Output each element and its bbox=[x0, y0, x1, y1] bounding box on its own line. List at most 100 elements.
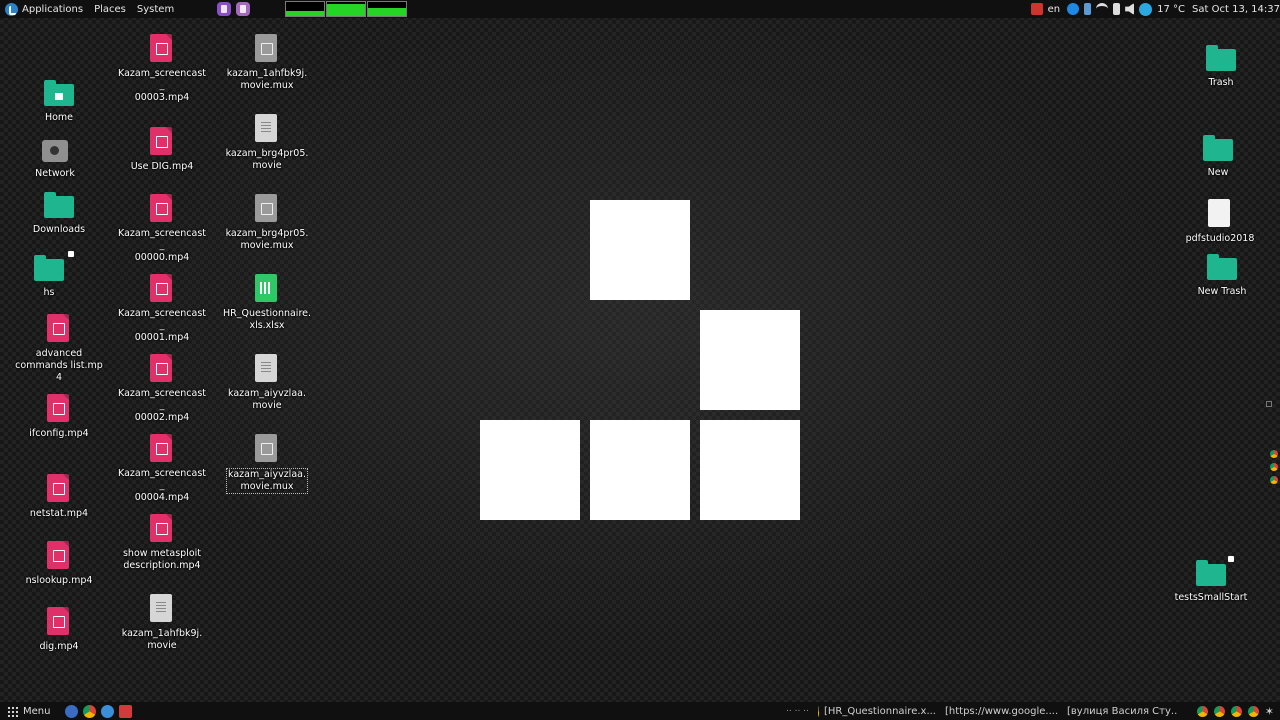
desktop-icon-label: kazam_aiyvzlaa. movie.mux bbox=[226, 468, 308, 494]
skype-icon[interactable] bbox=[1067, 3, 1080, 15]
desktop-icon-kazam-1ahfbk9j-movie[interactable]: kazam_1ahfbk9j. movie bbox=[116, 594, 208, 652]
workspace-icon[interactable]: ✶ bbox=[1265, 705, 1274, 718]
desktop-icon-label: Downloads bbox=[32, 224, 86, 235]
desktop-icon-kazam-00004[interactable]: Kazam_screencast_ 00004.mp4 bbox=[116, 434, 208, 504]
screen-recorder-icon[interactable] bbox=[1030, 3, 1043, 15]
desktop-icon-testssmallstart[interactable]: testsSmallStart bbox=[1165, 556, 1257, 604]
desktop-icon-kazam-brg4pr05-movie[interactable]: kazam_brg4pr05. movie bbox=[221, 114, 313, 172]
volume-icon[interactable] bbox=[1125, 3, 1135, 15]
desktop-icon-kazam-brg4pr05-mux[interactable]: kazam_brg4pr05. movie.mux bbox=[221, 194, 313, 252]
task-street-map[interactable]: [вулиця Василя Сту... bbox=[1062, 702, 1178, 720]
desktop-icon-label: Kazam_screencast_ 00002.mp4 bbox=[118, 388, 206, 423]
wifi-icon[interactable] bbox=[1096, 3, 1109, 15]
text-editor-launcher-icon[interactable] bbox=[217, 2, 232, 16]
task-hr-questionnaire[interactable]: [HR_Questionnaire.x... bbox=[818, 702, 936, 720]
task-google[interactable]: [https://www.google.... bbox=[940, 702, 1058, 720]
video-file-icon bbox=[150, 194, 172, 222]
bluetooth-icon[interactable] bbox=[1084, 3, 1092, 15]
video-file-icon bbox=[47, 314, 69, 342]
menu-button[interactable]: Menu bbox=[23, 706, 50, 717]
desktop-icon-label: show metasploit description.mp4 bbox=[122, 548, 201, 571]
chrome-icon[interactable] bbox=[1230, 705, 1242, 717]
chrome-icon bbox=[818, 705, 819, 717]
desktop-icon-advanced-commands[interactable]: advanced commands list.mp4 bbox=[13, 314, 105, 384]
places-menu[interactable]: Places bbox=[90, 0, 133, 18]
desktop-icon-netstat[interactable]: netstat.mp4 bbox=[13, 474, 105, 520]
desktop-icon-label: Kazam_screencast_ 00000.mp4 bbox=[118, 228, 206, 263]
desktop-icon-show-metasploit[interactable]: show metasploit description.mp4 bbox=[116, 514, 208, 572]
desktop-icon-downloads[interactable]: Downloads bbox=[13, 192, 105, 236]
desktop-icon-pdfstudio2018[interactable]: pdfstudio2018 bbox=[1174, 199, 1266, 245]
cpu-monitor[interactable] bbox=[285, 1, 325, 17]
folder-icon bbox=[34, 255, 64, 281]
media-file-icon bbox=[255, 434, 277, 462]
desktop-icon-label: kazam_brg4pr05. movie bbox=[225, 148, 309, 171]
home-folder-icon bbox=[44, 80, 74, 106]
desktop-icon-label: kazam_1ahfbk9j. movie bbox=[121, 628, 203, 651]
desktop-icon-kazam-00000[interactable]: Kazam_screencast_ 00000.mp4 bbox=[116, 194, 208, 264]
folder-icon bbox=[1207, 254, 1237, 280]
chrome-launcher-icon[interactable] bbox=[83, 704, 97, 718]
desktop-icon-hr-questionnaire[interactable]: HR_Questionnaire. xls.xlsx bbox=[221, 274, 313, 332]
video-file-icon bbox=[150, 514, 172, 542]
desktop-icon-trash[interactable]: Trash bbox=[1175, 45, 1267, 89]
desktop-icon-label: nslookup.mp4 bbox=[25, 575, 93, 586]
desktop-icon-kazam-00001[interactable]: Kazam_screencast_ 00001.mp4 bbox=[116, 274, 208, 344]
chrome-icon[interactable] bbox=[1270, 463, 1278, 471]
keyboard-layout[interactable]: en bbox=[1048, 4, 1061, 15]
bottom-tray: ✶ bbox=[1196, 702, 1280, 720]
network-monitor[interactable] bbox=[367, 1, 407, 17]
video-file-icon bbox=[150, 434, 172, 462]
desktop-icon-nslookup[interactable]: nslookup.mp4 bbox=[13, 541, 105, 587]
menu-grid-icon[interactable] bbox=[7, 705, 18, 717]
chrome-icon[interactable] bbox=[1196, 705, 1208, 717]
desktop-icon-kazam-aiyvzlaa-movie[interactable]: kazam_aiyvzlaa. movie bbox=[221, 354, 313, 412]
lock-icon bbox=[1228, 556, 1234, 562]
desktop-icon-network[interactable]: Network bbox=[9, 140, 101, 180]
desktop-icon-kazam-aiyvzlaa-mux[interactable]: kazam_aiyvzlaa. movie.mux bbox=[221, 434, 313, 494]
video-file-icon bbox=[150, 127, 172, 155]
temperature[interactable]: 17 °C bbox=[1157, 4, 1185, 15]
desktop-icon-kazam-00003[interactable]: Kazam_screencast_ 00003.mp4 bbox=[116, 34, 208, 104]
app-launcher-icon[interactable] bbox=[119, 704, 133, 718]
desktop-icon-kazam-00002[interactable]: Kazam_screencast_ 00002.mp4 bbox=[116, 354, 208, 424]
desktop-icon-label: Kazam_screencast_ 00001.mp4 bbox=[118, 308, 206, 343]
weather-icon[interactable] bbox=[1139, 2, 1153, 16]
chrome-icon[interactable] bbox=[1213, 705, 1225, 717]
desktop-icon-ifconfig[interactable]: ifconfig.mp4 bbox=[13, 394, 105, 440]
desktop-icon-home[interactable]: Home bbox=[13, 80, 105, 124]
desktop-icon-use-dig[interactable]: Use DIG.mp4 bbox=[116, 127, 208, 173]
desktop-icon-kazam-1ahfbk9j-mux[interactable]: kazam_1ahfbk9j. movie.mux bbox=[221, 34, 313, 92]
desktop-icon-label: Network bbox=[35, 168, 75, 179]
browser-launcher-icon[interactable] bbox=[65, 704, 79, 718]
chrome-icon[interactable] bbox=[1270, 476, 1278, 484]
video-file-icon bbox=[150, 34, 172, 62]
places-menu-label: Places bbox=[94, 3, 126, 15]
memory-monitor[interactable] bbox=[326, 1, 366, 17]
desktop-icon-new-trash[interactable]: New Trash bbox=[1176, 254, 1268, 298]
applications-menu[interactable]: Applications bbox=[0, 0, 90, 18]
white-square bbox=[700, 310, 800, 410]
chrome-icon[interactable] bbox=[1270, 450, 1278, 458]
media-file-icon bbox=[255, 34, 277, 62]
white-square bbox=[480, 420, 580, 520]
text-file-icon bbox=[255, 354, 277, 382]
desktop-icon-label: pdfstudio2018 bbox=[1185, 233, 1255, 244]
scroll-indicator[interactable] bbox=[1266, 401, 1272, 407]
rocket-launcher-icon[interactable] bbox=[101, 704, 115, 718]
desktop-icon-dig[interactable]: dig.mp4 bbox=[13, 607, 105, 653]
notes-launcher-icon[interactable] bbox=[236, 2, 251, 16]
desktop-icon-label: kazam_brg4pr05. movie.mux bbox=[225, 228, 309, 251]
desktop-icon-hs[interactable]: hs bbox=[3, 251, 95, 299]
chrome-icon[interactable] bbox=[1247, 705, 1259, 717]
battery-icon[interactable] bbox=[1113, 3, 1121, 15]
task-label: [https://www.google.... bbox=[945, 705, 1058, 717]
clock[interactable]: Sat Oct 13, 14:37 bbox=[1192, 4, 1280, 15]
desktop-icon-label: hs bbox=[43, 287, 55, 298]
white-square bbox=[590, 420, 690, 520]
system-menu[interactable]: System bbox=[133, 0, 181, 18]
desktop-icon-label: Use DIG.mp4 bbox=[130, 161, 194, 172]
applications-menu-label: Applications bbox=[22, 3, 84, 15]
media-file-icon bbox=[255, 194, 277, 222]
desktop-icon-new[interactable]: New bbox=[1172, 135, 1264, 179]
